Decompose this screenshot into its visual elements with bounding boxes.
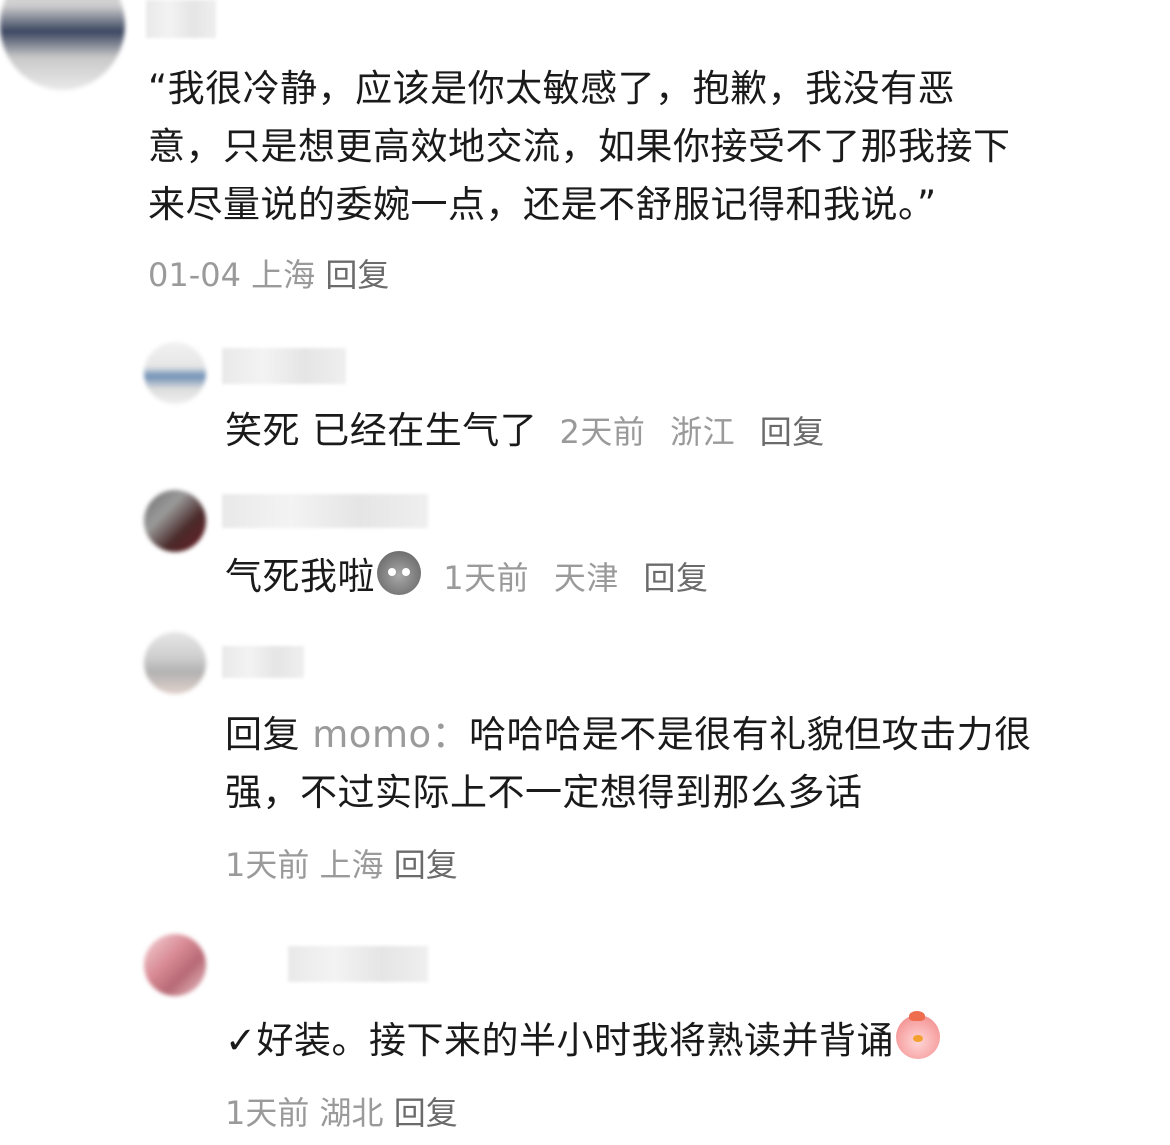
reply-location: 湖北 bbox=[319, 1094, 384, 1132]
reply-location: 浙江 bbox=[670, 413, 736, 451]
reply-meta: 1天前 天津 回复 bbox=[443, 559, 722, 597]
reply-button[interactable]: 回复 bbox=[325, 256, 389, 294]
reply-text-line: 强，不过实际上不一定想得到那么多话 bbox=[225, 771, 863, 814]
avatar[interactable] bbox=[144, 934, 206, 996]
reply-time: 2天前 bbox=[559, 413, 646, 451]
username[interactable] bbox=[222, 646, 304, 678]
reply-meta: 2天前 浙江 回复 bbox=[560, 413, 839, 451]
comment-line: 意，只是想更高效地交流，如果你接受不了那我接下 bbox=[148, 125, 1011, 168]
reply-text-block: 回复 momo：哈哈哈是不是很有礼貌但攻击力很 强，不过实际上不一定想得到那么多… bbox=[225, 706, 1032, 822]
comment-meta: 01-04 上海 回复 bbox=[148, 250, 389, 296]
reply-text-line: 回复 momo：哈哈哈是不是很有礼貌但攻击力很 bbox=[225, 706, 1032, 764]
reply-text-line: 气死我啦 1天前 天津 回复 bbox=[225, 548, 723, 607]
comment-text: “我很冷静，应该是你太敏感了，抱歉，我没有恶 意，只是想更高效地交流，如果你接受… bbox=[148, 60, 1011, 234]
avatar[interactable] bbox=[144, 342, 206, 404]
reply-button[interactable]: 回复 bbox=[760, 413, 825, 451]
reply-button[interactable]: 回复 bbox=[644, 559, 709, 597]
reply-text: 笑死 已经在生气了 bbox=[225, 409, 538, 452]
avatar[interactable] bbox=[144, 632, 206, 694]
comment-line: 来尽量说的委婉一点，还是不舒服记得和我说。” bbox=[148, 183, 937, 226]
username[interactable] bbox=[146, 0, 216, 38]
chick-emoji bbox=[896, 1011, 941, 1059]
angry-face-emoji bbox=[377, 551, 421, 595]
reply-to-label: 回复 bbox=[225, 713, 300, 756]
reply-time: 1天前 bbox=[443, 559, 530, 597]
reply-location: 天津 bbox=[553, 559, 619, 597]
username[interactable] bbox=[222, 348, 346, 384]
reply-time: 1天前 bbox=[225, 846, 310, 884]
reply-button[interactable]: 回复 bbox=[394, 1094, 458, 1132]
reply-button[interactable]: 回复 bbox=[394, 846, 458, 884]
reply-meta: 1天前 湖北 回复 bbox=[225, 1088, 458, 1134]
mention-link[interactable]: momo： bbox=[312, 713, 469, 756]
avatar[interactable] bbox=[144, 490, 206, 552]
reply-text: 气死我啦 bbox=[225, 555, 375, 598]
reply-time: 1天前 bbox=[225, 1094, 310, 1132]
avatar[interactable] bbox=[0, 0, 125, 90]
reply-text-line: ✓好装。接下来的半小时我将熟读并背诵 bbox=[225, 1011, 941, 1070]
comment-location: 上海 bbox=[251, 256, 316, 294]
username[interactable] bbox=[288, 946, 428, 982]
comment-date: 01-04 bbox=[148, 256, 241, 294]
reply-text: ✓好装。接下来的半小时我将熟读并背诵 bbox=[225, 1019, 895, 1062]
reply-location: 上海 bbox=[319, 846, 384, 884]
username[interactable] bbox=[222, 494, 428, 528]
reply-meta: 1天前 上海 回复 bbox=[225, 840, 458, 886]
reply-text-line: 笑死 已经在生气了 2天前 浙江 回复 bbox=[225, 402, 839, 461]
reply-text: 哈哈哈是不是很有礼貌但攻击力很 bbox=[469, 713, 1032, 756]
comment-line: “我很冷静，应该是你太敏感了，抱歉，我没有恶 bbox=[148, 67, 956, 110]
